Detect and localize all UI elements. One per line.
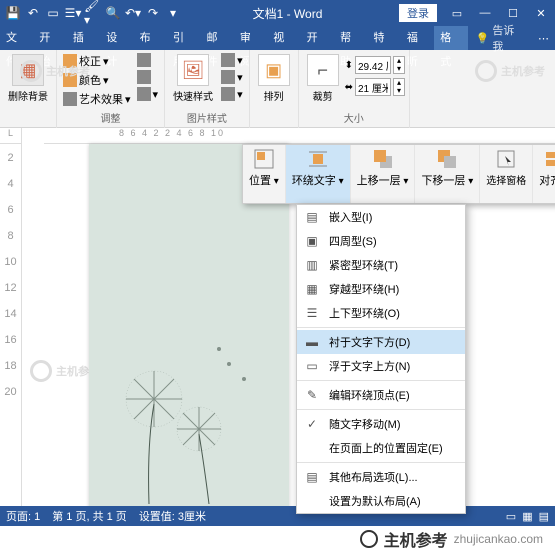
footer-watermark: 主机参考 zhujicankao.com <box>0 526 555 551</box>
tab-layout[interactable]: 布局 <box>134 26 167 50</box>
ribbon: ▦删除背景 校正▾ 颜色▾ 艺术效果▾ ▾ 调整 🖼快速样式 ▾ ▾ ▾ 图片样… <box>0 50 555 128</box>
group-adjust: 校正▾ 颜色▾ 艺术效果▾ ▾ 调整 <box>57 50 165 128</box>
menu-square[interactable]: ▣四周型(S) <box>297 229 465 253</box>
selection-pane-button[interactable]: 选择窗格 <box>480 145 533 203</box>
menu-through[interactable]: ▦穿越型环绕(H) <box>297 277 465 301</box>
tab-format[interactable]: 格式 <box>434 26 467 50</box>
group-arrange: ▣排列 <box>250 50 299 128</box>
wrap-text-menu: ▤嵌入型(I) ▣四周型(S) ▥紧密型环绕(T) ▦穿越型环绕(H) ☰上下型… <box>296 204 466 514</box>
crop-button[interactable]: ⌐裁剪 <box>303 52 343 105</box>
reset-pic-icon[interactable]: ▾ <box>135 86 161 102</box>
window-title: 文档1 - Word <box>182 5 393 22</box>
undo2-icon[interactable]: ↶▾ <box>124 4 142 22</box>
ruler-vertical[interactable]: 2468101214161820 <box>0 144 22 524</box>
quick-styles-button[interactable]: 🖼快速样式 <box>169 52 217 105</box>
tab-foxit[interactable]: 福昕 <box>401 26 434 50</box>
group-size: ⌐裁剪 ⬍▴▾ ⬌▴▾ 大小 <box>299 50 410 128</box>
menu-fix-position[interactable]: 在页面上的位置固定(E) <box>297 436 465 460</box>
ribbon-mode-icon[interactable]: ▭ <box>447 7 467 20</box>
change-pic-icon[interactable] <box>135 69 161 85</box>
menu-separator <box>297 462 465 463</box>
tab-insert[interactable]: 插入 <box>67 26 100 50</box>
position-button[interactable]: 位置 ▾ <box>243 145 286 203</box>
ruler-corner: L <box>0 128 22 144</box>
tab-file[interactable]: 文件 <box>0 26 33 50</box>
menu-set-default[interactable]: 设置为默认布局(A) <box>297 489 465 513</box>
compress-icon[interactable] <box>135 52 161 68</box>
pic-effects-icon[interactable]: ▾ <box>219 69 245 85</box>
menu-move-with-text[interactable]: ✓随文字移动(M) <box>297 412 465 436</box>
window-controls: ▭ — ☐ ✕ <box>447 7 551 20</box>
bring-forward-button[interactable]: 上移一层 ▾ <box>351 145 416 203</box>
tab-home[interactable]: 开始 <box>33 26 66 50</box>
menu-topbottom[interactable]: ☰上下型环绕(O) <box>297 301 465 325</box>
pic-layout-icon[interactable]: ▾ <box>219 86 245 102</box>
menu-edit-points[interactable]: ✎编辑环绕顶点(E) <box>297 383 465 407</box>
menu-separator <box>297 327 465 328</box>
align-button[interactable]: 对齐 ▾ <box>533 145 555 203</box>
menu-more-layout[interactable]: ▤其他布局选项(L)... <box>297 465 465 489</box>
corrections-button[interactable]: 校正▾ <box>61 52 133 70</box>
color-button[interactable]: 颜色▾ <box>61 71 133 89</box>
status-page[interactable]: 页面: 1 <box>6 508 40 524</box>
tab-references[interactable]: 引用 <box>167 26 200 50</box>
close-icon[interactable]: ✕ <box>531 7 551 20</box>
wrap-text-button[interactable]: 环绕文字 ▾ <box>286 145 351 203</box>
tab-help[interactable]: 帮助 <box>334 26 367 50</box>
redo-icon[interactable]: ↷ <box>144 4 162 22</box>
menu-separator <box>297 380 465 381</box>
status-pages[interactable]: 第 1 页, 共 1 页 <box>52 508 127 524</box>
menu-tight[interactable]: ▥紧密型环绕(T) <box>297 253 465 277</box>
ruler-horizontal[interactable] <box>44 128 555 144</box>
maximize-icon[interactable]: ☐ <box>503 7 523 20</box>
qat-more-icon[interactable]: ▾ <box>164 4 182 22</box>
remove-bg-button[interactable]: ▦删除背景 <box>4 52 52 105</box>
brush-icon[interactable]: 🖌▾ <box>84 4 102 22</box>
search-icon[interactable]: 🔍 <box>104 4 122 22</box>
menu-behind-text[interactable]: ▬衬于文字下方(D) <box>297 330 465 354</box>
dandelion-image <box>109 324 269 504</box>
arrange-button[interactable]: ▣排列 <box>254 52 294 105</box>
share-button[interactable]: ⋯ <box>532 32 555 45</box>
tab-developer[interactable]: 开发 <box>301 26 334 50</box>
menu-inline[interactable]: ▤嵌入型(I) <box>297 205 465 229</box>
menu-front-text[interactable]: ▭浮于文字上方(N) <box>297 354 465 378</box>
send-backward-button[interactable]: 下移一层 ▾ <box>415 145 480 203</box>
pic-border-icon[interactable]: ▾ <box>219 52 245 68</box>
tab-review[interactable]: 审阅 <box>234 26 267 50</box>
width-input[interactable]: ⬌▴▾ <box>345 78 405 96</box>
arrange-toolbar: 位置 ▾ 环绕文字 ▾ 上移一层 ▾ 下移一层 ▾ 选择窗格 对齐 ▾ 组合 ▾ <box>242 144 555 204</box>
ribbon-tabs: 文件 开始 插入 设计 布局 引用 邮件 审阅 视图 开发 帮助 特色 福昕 格… <box>0 26 555 50</box>
undo-icon[interactable]: ↶ <box>24 4 42 22</box>
minimize-icon[interactable]: — <box>475 7 495 20</box>
tab-mailings[interactable]: 邮件 <box>200 26 233 50</box>
tab-view[interactable]: 视图 <box>267 26 300 50</box>
group-label: 大小 <box>303 110 405 126</box>
effects-button[interactable]: 艺术效果▾ <box>61 90 133 108</box>
view-web-icon[interactable]: ▤ <box>539 510 549 523</box>
new-icon[interactable]: ▭ <box>44 4 62 22</box>
tab-design[interactable]: 设计 <box>100 26 133 50</box>
bulb-icon: 💡 <box>476 32 490 45</box>
status-set[interactable]: 设置值: 3厘米 <box>139 508 206 524</box>
height-input[interactable]: ⬍▴▾ <box>345 56 405 74</box>
tell-me[interactable]: 💡告诉我 <box>468 22 532 54</box>
tab-special[interactable]: 特色 <box>367 26 400 50</box>
group-label: 图片样式 <box>169 110 245 126</box>
gear-icon <box>360 530 378 548</box>
view-read-icon[interactable]: ▭ <box>506 510 516 523</box>
save-icon[interactable]: 💾 <box>4 4 22 22</box>
footer-url: zhujicankao.com <box>454 532 543 546</box>
quick-access-toolbar: 💾 ↶ ▭ ☰▾ 🖌▾ 🔍 ↶▾ ↷ ▾ <box>4 4 182 22</box>
group-quick-styles: 🖼快速样式 ▾ ▾ ▾ 图片样式 <box>165 50 250 128</box>
login-button[interactable]: 登录 <box>399 4 437 22</box>
group-label: 调整 <box>61 110 160 126</box>
group-remove-bg: ▦删除背景 <box>0 50 57 128</box>
menu-separator <box>297 409 465 410</box>
footer-zh: 主机参考 <box>384 527 448 551</box>
status-bar: 页面: 1 第 1 页, 共 1 页 设置值: 3厘米 ▭ ▦ ▤ <box>0 506 555 526</box>
view-print-icon[interactable]: ▦ <box>522 510 532 523</box>
open-icon[interactable]: ☰▾ <box>64 4 82 22</box>
